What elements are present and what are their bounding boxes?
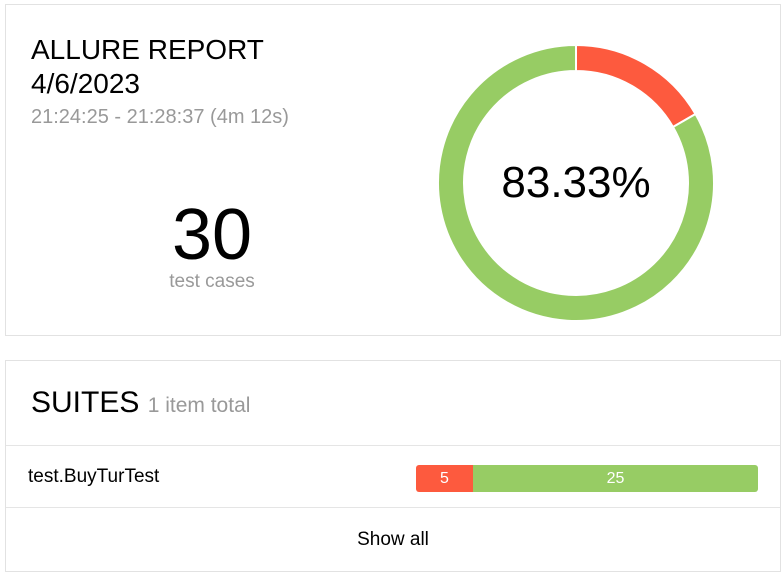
- summary-widget: ALLURE REPORT 4/6/2023 21:24:25 - 21:28:…: [5, 4, 781, 336]
- bar-segment-failed: 5: [416, 465, 473, 492]
- suite-status-bar: 5 25: [416, 465, 758, 492]
- suites-header: SUITES 1 item total: [31, 385, 250, 424]
- suite-row[interactable]: test.BuyTurTest 5 25: [6, 447, 780, 507]
- success-rate-label: 83.33%: [501, 158, 651, 207]
- bar-segment-passed: 25: [473, 465, 758, 492]
- report-time-range: 21:24:25 - 21:28:37 (4m 12s): [31, 106, 289, 128]
- total-test-label: test cases: [169, 271, 255, 292]
- report-title: ALLURE REPORT: [31, 34, 264, 65]
- divider: [6, 445, 780, 446]
- suites-count: 1 item total: [147, 394, 251, 417]
- divider: [6, 507, 780, 508]
- suite-name: test.BuyTurTest: [28, 466, 160, 487]
- total-test-count: 30: [171, 195, 253, 275]
- suites-widget: SUITES 1 item total test.BuyTurTest 5 25…: [5, 360, 781, 572]
- success-rate-donut-chart: 83.33%: [436, 43, 716, 323]
- show-all-link[interactable]: Show all: [6, 509, 780, 571]
- report-date: 4/6/2023: [31, 68, 140, 99]
- suites-title: SUITES: [31, 386, 140, 419]
